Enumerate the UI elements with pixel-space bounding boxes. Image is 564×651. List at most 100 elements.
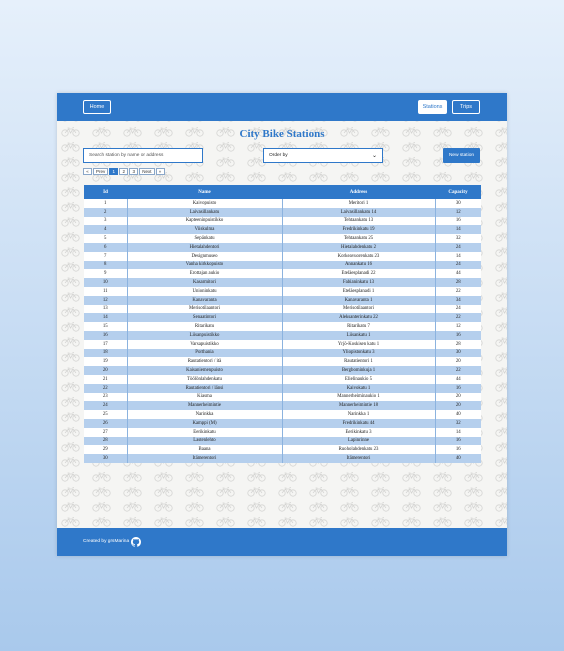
table-cell: Yrjö-Koskisen katu 1: [282, 339, 436, 349]
table-cell: Eerikinkatu 3: [282, 427, 436, 437]
table-cell: Designmuseo: [127, 251, 283, 261]
table-row[interactable]: 6 Hietalahdentori Hietalahdenkatu 2 24: [84, 242, 481, 252]
table-row[interactable]: 10 Kasarmitori Fabianinkatu 13 28: [84, 278, 481, 287]
table-cell: Hietalahdentori: [127, 242, 283, 252]
trips-button[interactable]: Trips: [452, 100, 480, 114]
column-header[interactable]: Id: [84, 185, 127, 199]
table-header-row: Id Name Address Capacity: [84, 185, 481, 199]
table-cell: 24: [435, 304, 481, 314]
table-cell: 40: [435, 410, 481, 419]
pagination-item[interactable]: «: [83, 168, 92, 175]
table-row[interactable]: 25 Narinkka Narinkka 1 40: [84, 410, 481, 419]
table-row[interactable]: 11 Unioninkatu Eteläesplanadi 1 22: [84, 286, 481, 296]
table-cell: Töölönlahdenkatu: [127, 374, 283, 384]
github-icon[interactable]: [131, 537, 141, 547]
table-cell: Kaisaniemenpuisto: [127, 366, 283, 375]
table-row[interactable]: 22 Rautatientori / länsi Kaivokatu 1 16: [84, 383, 481, 393]
table-cell: 2: [84, 207, 128, 217]
stations-button[interactable]: Stations: [418, 100, 447, 114]
table-row[interactable]: 23 Kiasma Mannerheiminaukio 1 20: [84, 392, 481, 402]
pagination-item[interactable]: »: [155, 168, 165, 175]
table-cell: Liisanpuistikko: [127, 330, 283, 340]
table-cell: 16: [435, 436, 481, 446]
new-station-button[interactable]: New station: [443, 148, 480, 163]
table-row[interactable]: 17 Varsapuistikko Yrjö-Koskisen katu 1 28: [84, 339, 481, 349]
column-header[interactable]: Capacity: [435, 185, 481, 199]
pagination-item[interactable]: Prev: [93, 168, 109, 175]
table-cell: Vanha kirkkopuisto: [127, 260, 283, 270]
table-row[interactable]: 3 Kapteeninpuistikko Tehtaankatu 13 16: [84, 216, 481, 226]
table-cell: 3: [84, 216, 128, 226]
chevron-down-icon: ⌄: [371, 153, 377, 159]
pagination-item[interactable]: 2: [119, 168, 129, 175]
table-row[interactable]: 1 Kaivopuisto Meritori 1 30: [84, 199, 481, 208]
table-cell: 22: [84, 383, 128, 393]
column-header[interactable]: Address: [282, 185, 435, 199]
table-row[interactable]: 30 Itämerentori Itämerentori 40: [84, 454, 481, 463]
table-cell: 10: [84, 278, 128, 287]
table-cell: 15: [84, 322, 128, 331]
table-row[interactable]: 24 Mannerheimintie Mannerheimintie 18 20: [84, 401, 481, 411]
search-placeholder: Search station by name or address: [89, 153, 164, 158]
table-row[interactable]: 26 Kamppi (M) Fredrikinkatu 44 32: [84, 418, 481, 428]
table-cell: Kanavaranta: [127, 295, 283, 305]
table-cell: Ritarikatu 7: [282, 322, 436, 331]
table-cell: 30: [84, 454, 128, 463]
table-cell: 8: [84, 260, 128, 270]
table-row[interactable]: 28 Lastenlehto Lapinrinne 16: [84, 436, 481, 446]
table-row[interactable]: 8 Vanha kirkkopuisto Annankatu 16 24: [84, 260, 481, 270]
table-cell: Itämerentori: [127, 454, 283, 463]
table-cell: 14: [435, 225, 481, 235]
table-row[interactable]: 2 Laivasillankatu Laivasillankatu 14 12: [84, 207, 481, 217]
table-row[interactable]: 18 Porthania Yliopistonkatu 3 30: [84, 348, 481, 358]
column-header[interactable]: Name: [127, 185, 282, 199]
table-cell: Unioninkatu: [127, 286, 283, 296]
table-cell: Kamppi (M): [127, 418, 283, 428]
table-cell: 18: [84, 348, 128, 358]
table-cell: Tehtaankatu 25: [282, 234, 436, 243]
table-cell: Ritarikatu: [127, 322, 283, 331]
table-cell: Porthania: [127, 348, 283, 358]
table-cell: 16: [435, 383, 481, 393]
table-row[interactable]: 21 Töölönlahdenkatu Elielinaukio 5 44: [84, 374, 481, 384]
table-row[interactable]: 13 Merisotilaantori Merisotilaantori 24: [84, 304, 481, 314]
order-by-select[interactable]: Order by ⌄: [263, 148, 383, 163]
table-row[interactable]: 14 Senaatintori Aleksanterinkatu 22 22: [84, 313, 481, 323]
page-title: City Bike Stations: [239, 128, 325, 140]
table-cell: 5: [84, 234, 128, 243]
table-row[interactable]: 15 Ritarikatu Ritarikatu 7 12: [84, 322, 481, 331]
table-row[interactable]: 12 Kanavaranta Kanavaranta 1 34: [84, 295, 481, 305]
table-cell: 28: [84, 436, 128, 446]
pagination-item[interactable]: 3: [129, 168, 139, 175]
table-cell: Baana: [127, 445, 283, 455]
table-row[interactable]: 9 Erottajan aukio Etelä­esplanadi 22 44: [84, 269, 481, 279]
pagination-item[interactable]: 1: [109, 168, 119, 175]
search-input[interactable]: Search station by name or address: [83, 148, 203, 163]
table-cell: 24: [435, 260, 481, 270]
footer-credit: Created by grsMarina: [83, 539, 130, 544]
table-row[interactable]: 4 Viiskulma Fredrikinkatu 19 14: [84, 225, 481, 235]
main-content: City Bike Stations Search station by nam…: [57, 121, 507, 528]
stations-table: Id Name Address Capacity 1 Kaivopuisto Merito…: [84, 185, 481, 463]
table-cell: Kaivokatu 1: [282, 383, 436, 393]
table-cell: 16: [84, 330, 128, 340]
home-button[interactable]: Home: [83, 100, 111, 114]
table-row[interactable]: 29 Baana Ruoholahdenkatu 23 16: [84, 445, 481, 455]
table-row[interactable]: 16 Liisanpuistikko Liisankatu 1 16: [84, 330, 481, 340]
table-cell: 20: [435, 357, 481, 367]
table-cell: 4: [84, 225, 128, 235]
table-cell: 29: [84, 445, 128, 455]
table-cell: Narinkka 1: [282, 410, 436, 419]
table-row[interactable]: 5 Sepänkatu Tehtaankatu 25 32: [84, 234, 481, 243]
table-row[interactable]: 20 Kaisaniemenpuisto Bergbominkuja 1 22: [84, 366, 481, 375]
table-cell: 6: [84, 242, 128, 252]
table-cell: 14: [435, 251, 481, 261]
table-cell: Bergbominkuja 1: [282, 366, 436, 375]
table-cell: Aleksanterinkatu 22: [282, 313, 436, 323]
footer: Created by grsMarina: [57, 528, 507, 556]
table-row[interactable]: 7 Designmuseo Korkeavuorenkatu 23 14: [84, 251, 481, 261]
table-row[interactable]: 27 Eerikinkatu Eerikinkatu 3 14: [84, 427, 481, 437]
table-row[interactable]: 19 Rautatientori / itä Rautatientori 1 20: [84, 357, 481, 367]
table-cell: Laivasillankatu: [127, 207, 283, 217]
pagination-item[interactable]: Next: [139, 168, 155, 175]
